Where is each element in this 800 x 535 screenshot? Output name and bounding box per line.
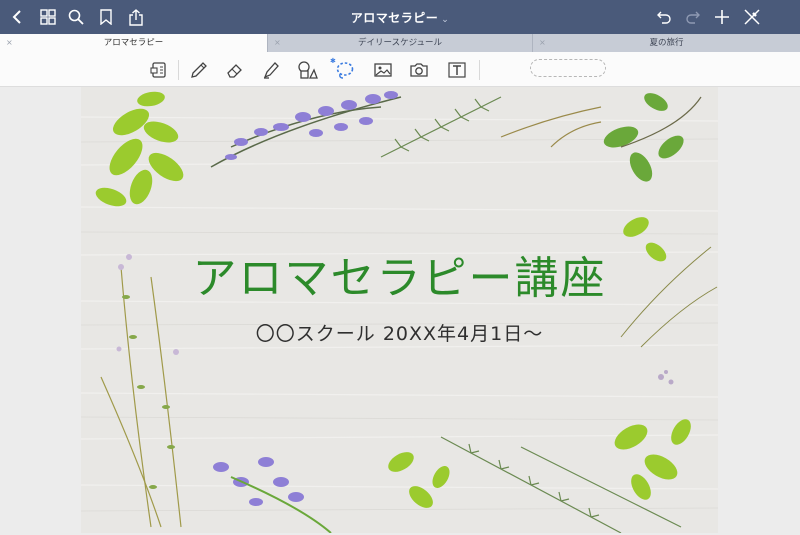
canvas-margin-right bbox=[718, 87, 800, 535]
tab-daily-schedule[interactable]: × デイリースケジュール bbox=[268, 34, 533, 52]
shapes-icon[interactable] bbox=[296, 59, 318, 81]
tool-bar: ✱ bbox=[0, 52, 800, 87]
page-subtitle[interactable]: 〇〇スクール 20XX年4月1日〜 bbox=[81, 319, 718, 346]
tab-label: 夏の旅行 bbox=[649, 38, 684, 48]
pen-icon[interactable] bbox=[188, 59, 210, 81]
lasso-selection-preview[interactable] bbox=[530, 59, 606, 77]
tab-label: デイリースケジュール bbox=[358, 38, 442, 48]
notebook-page[interactable]: アロマセラピー講座 〇〇スクール 20XX年4月1日〜 bbox=[81, 87, 718, 533]
close-edit-icon[interactable] bbox=[742, 7, 762, 27]
top-nav-bar: アロマセラピー ⌄ bbox=[0, 0, 800, 34]
close-tab-icon[interactable]: × bbox=[539, 34, 546, 52]
lasso-icon[interactable] bbox=[334, 59, 356, 81]
redo-icon[interactable] bbox=[683, 7, 703, 27]
herb-background-image bbox=[81, 87, 718, 533]
document-title-text[interactable]: アロマセラピー bbox=[351, 11, 439, 25]
add-icon[interactable] bbox=[712, 7, 732, 27]
text-icon[interactable] bbox=[446, 59, 468, 81]
tab-aromatherapy[interactable]: × アロマセラピー bbox=[0, 34, 268, 52]
title-caret-icon[interactable]: ⌄ bbox=[441, 15, 449, 25]
image-icon[interactable] bbox=[372, 59, 394, 81]
toolbar-divider bbox=[479, 60, 480, 80]
toolbar-divider bbox=[178, 60, 179, 80]
highlighter-icon[interactable] bbox=[260, 59, 282, 81]
camera-icon[interactable] bbox=[408, 59, 430, 81]
tab-bar: × アロマセラピー × デイリースケジュール × 夏の旅行 bbox=[0, 34, 800, 52]
readonly-mode-icon[interactable] bbox=[148, 59, 170, 81]
canvas-margin-left bbox=[0, 87, 81, 535]
close-tab-icon[interactable]: × bbox=[6, 34, 13, 52]
eraser-icon[interactable] bbox=[224, 59, 246, 81]
undo-icon[interactable] bbox=[654, 7, 674, 27]
document-title[interactable]: アロマセラピー ⌄ bbox=[0, 9, 800, 26]
tab-summer-trip[interactable]: × 夏の旅行 bbox=[533, 34, 800, 52]
tab-label: アロマセラピー bbox=[103, 38, 164, 48]
page-headline[interactable]: アロマセラピー講座 bbox=[81, 242, 718, 306]
close-tab-icon[interactable]: × bbox=[274, 34, 281, 52]
